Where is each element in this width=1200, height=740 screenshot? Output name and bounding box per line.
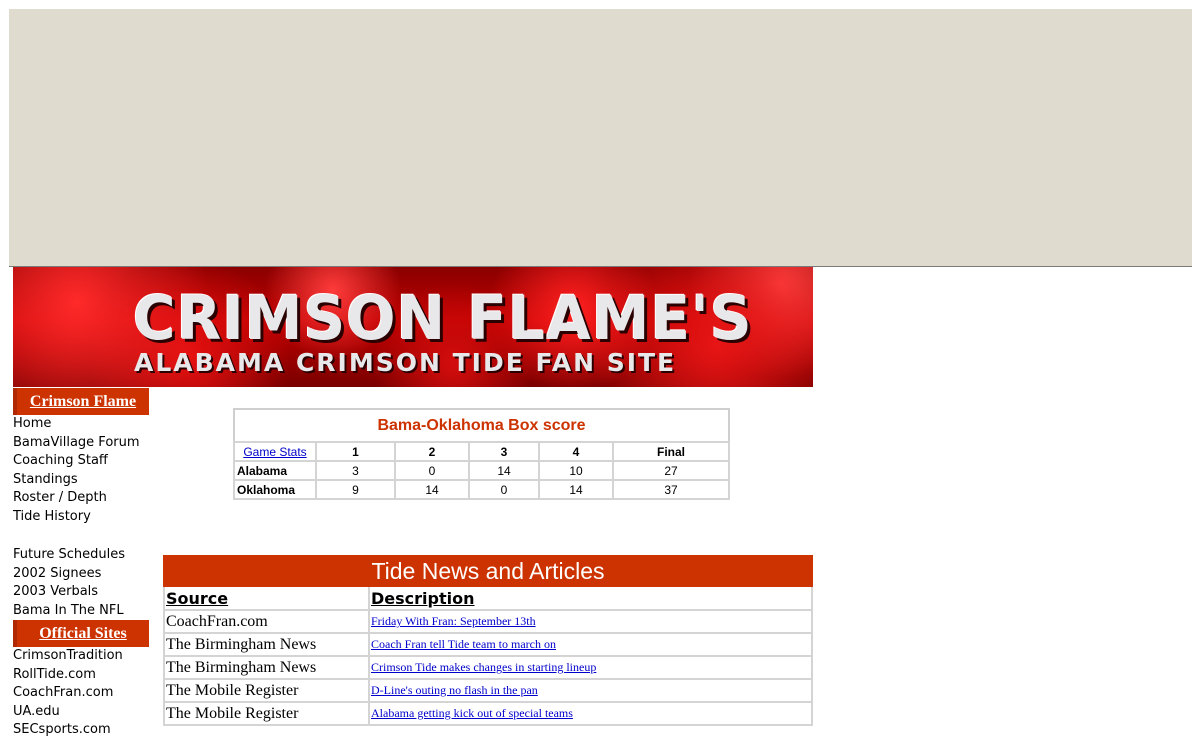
sidebar-link-future-schedules[interactable]: Future Schedules	[13, 546, 153, 565]
score-q3: 0	[468, 479, 540, 500]
banner-subtitle: ALABAMA CRIMSON TIDE FAN SITE	[134, 348, 677, 377]
news-source: CoachFran.com	[163, 609, 370, 634]
team-name: Alabama	[233, 460, 317, 481]
news-row: CoachFran.com Friday With Fran: Septembe…	[163, 609, 813, 634]
score-q2: 0	[394, 460, 470, 481]
sidebar-link-coachfran[interactable]: CoachFran.com	[13, 684, 153, 703]
news-article-link[interactable]: Alabama getting kick out of special team…	[371, 706, 573, 720]
score-q3: 14	[468, 460, 540, 481]
sidebar-link-secsports[interactable]: SECsports.com	[13, 721, 153, 740]
team-name: Oklahoma	[233, 479, 317, 500]
score-q4: 10	[538, 460, 614, 481]
game-stats-cell: Game Stats	[233, 441, 317, 462]
news-table: Tide News and Articles Source Descriptio…	[163, 555, 813, 726]
box-score-table: Bama-Oklahoma Box score Game Stats 1 2 3…	[233, 408, 730, 500]
news-description-cell: Crimson Tide makes changes in starting l…	[368, 655, 813, 680]
news-description-cell: Alabama getting kick out of special team…	[368, 701, 813, 726]
sidebar-link-2003-verbals[interactable]: 2003 Verbals	[13, 583, 153, 602]
ad-frame	[9, 9, 1192, 267]
news-article-link[interactable]: Friday With Fran: September 13th	[371, 614, 536, 628]
sidebar-link-ua-edu[interactable]: UA.edu	[13, 703, 153, 722]
news-source: The Birmingham News	[163, 655, 370, 680]
box-score-row-alabama: Alabama 3 0 14 10 27	[233, 460, 730, 481]
box-score-header-row: Game Stats 1 2 3 4 Final	[233, 441, 730, 462]
score-final: 27	[612, 460, 730, 481]
column-header-source: Source	[163, 585, 370, 611]
score-q1: 9	[315, 479, 396, 500]
header-q2: 2	[394, 441, 470, 462]
news-source: The Birmingham News	[163, 632, 370, 657]
banner-title: CRIMSON FLAME'S	[133, 282, 753, 354]
news-row: The Mobile Register Alabama getting kick…	[163, 701, 813, 726]
score-final: 37	[612, 479, 730, 500]
box-score-row-oklahoma: Oklahoma 9 14 0 14 37	[233, 479, 730, 500]
game-stats-link[interactable]: Game Stats	[243, 445, 306, 459]
sidebar-link-roster-depth[interactable]: Roster / Depth	[13, 489, 153, 508]
news-source: The Mobile Register	[163, 678, 370, 703]
column-header-description: Description	[368, 585, 813, 611]
news-title: Tide News and Articles	[163, 555, 813, 587]
box-score-title: Bama-Oklahoma Box score	[377, 416, 586, 434]
sidebar-link-2002-signees[interactable]: 2002 Signees	[13, 565, 153, 584]
sidebar-link-crimsontradition[interactable]: CrimsonTradition	[13, 647, 153, 666]
score-q2: 14	[394, 479, 470, 500]
sidebar-link-coaching-staff[interactable]: Coaching Staff	[13, 452, 153, 471]
sidebar-nav: Crimson Flame Home BamaVillage Forum Coa…	[13, 388, 153, 740]
news-article-link[interactable]: D-Line's outing no flash in the pan	[371, 683, 538, 697]
score-q4: 14	[538, 479, 614, 500]
news-article-link[interactable]: Coach Fran tell Tide team to march on	[371, 637, 556, 651]
news-article-link[interactable]: Crimson Tide makes changes in starting l…	[371, 660, 596, 674]
news-row: The Birmingham News Crimson Tide makes c…	[163, 655, 813, 680]
news-row: The Birmingham News Coach Fran tell Tide…	[163, 632, 813, 657]
sidebar-heading-official-sites[interactable]: Official Sites	[13, 620, 149, 647]
sidebar-link-tide-history[interactable]: Tide History	[13, 508, 153, 527]
news-source: The Mobile Register	[163, 701, 370, 726]
sidebar-link-home[interactable]: Home	[13, 415, 153, 434]
sidebar-heading-crimson-flame[interactable]: Crimson Flame	[13, 388, 149, 415]
news-description-cell: Friday With Fran: September 13th	[368, 609, 813, 634]
sidebar-link-rolltide[interactable]: RollTide.com	[13, 666, 153, 685]
news-header-row: Source Description	[163, 585, 813, 611]
header-q3: 3	[468, 441, 540, 462]
header-q4: 4	[538, 441, 614, 462]
header-final: Final	[612, 441, 730, 462]
header-q1: 1	[315, 441, 396, 462]
sidebar-link-bamavillage-forum[interactable]: BamaVillage Forum	[13, 434, 153, 453]
sidebar-link-standings[interactable]: Standings	[13, 471, 153, 490]
site-banner: CRIMSON FLAME'S ALABAMA CRIMSON TIDE FAN…	[13, 267, 813, 387]
news-description-cell: Coach Fran tell Tide team to march on	[368, 632, 813, 657]
news-row: The Mobile Register D-Line's outing no f…	[163, 678, 813, 703]
sidebar-link-bama-in-the-nfl[interactable]: Bama In The NFL	[13, 602, 153, 621]
news-description-cell: D-Line's outing no flash in the pan	[368, 678, 813, 703]
score-q1: 3	[315, 460, 396, 481]
